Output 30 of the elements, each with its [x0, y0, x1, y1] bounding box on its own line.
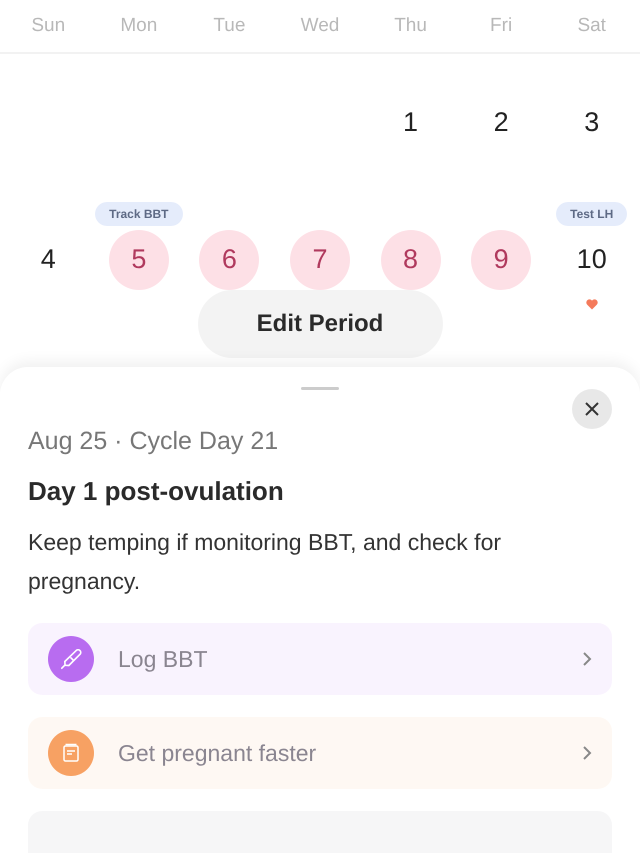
weekday-label: Sat — [576, 15, 607, 37]
weekday-label: Sun — [30, 15, 66, 37]
calendar-day[interactable]: 6 — [199, 230, 260, 290]
chevron-right-icon — [582, 745, 592, 761]
calendar-day[interactable]: 3 — [562, 92, 622, 152]
description: Keep temping if monitoring BBT, and check for pregnancy. — [28, 528, 502, 596]
action-row[interactable]: Log BBT — [28, 623, 612, 695]
calendar-day[interactable]: 5 — [108, 230, 169, 290]
day-tag: Test LH — [556, 202, 628, 226]
edit-period-button[interactable]: Edit Period — [198, 290, 442, 358]
weekday-label: Fri — [489, 15, 514, 37]
weekday-label: Thu — [393, 15, 428, 37]
calendar-day[interactable]: 7 — [290, 230, 350, 290]
weekday-label: Mon — [119, 15, 158, 37]
close-button[interactable] — [572, 389, 612, 429]
calendar-day[interactable]: 4 — [18, 230, 78, 290]
drag-handle[interactable] — [301, 387, 339, 390]
calendar-day[interactable]: 10 — [562, 230, 622, 290]
calendar-day[interactable]: 1 — [380, 92, 441, 152]
calendar-day[interactable]: 2 — [471, 92, 532, 152]
calendar-day[interactable]: 8 — [380, 230, 441, 290]
weekday-label: Wed — [300, 15, 340, 37]
action-row[interactable]: Get pregnant faster — [28, 717, 612, 789]
sheet-title: Day 1 post-ovulation — [28, 476, 285, 507]
cycle-date: Aug 25 · Cycle Day 21 — [28, 427, 280, 456]
weekday-label: Tue — [212, 15, 246, 37]
close-icon — [584, 401, 600, 417]
chevron-right-icon — [582, 651, 592, 667]
day-tag: Track BBT — [95, 202, 183, 226]
calendar-day[interactable]: 9 — [471, 230, 532, 290]
